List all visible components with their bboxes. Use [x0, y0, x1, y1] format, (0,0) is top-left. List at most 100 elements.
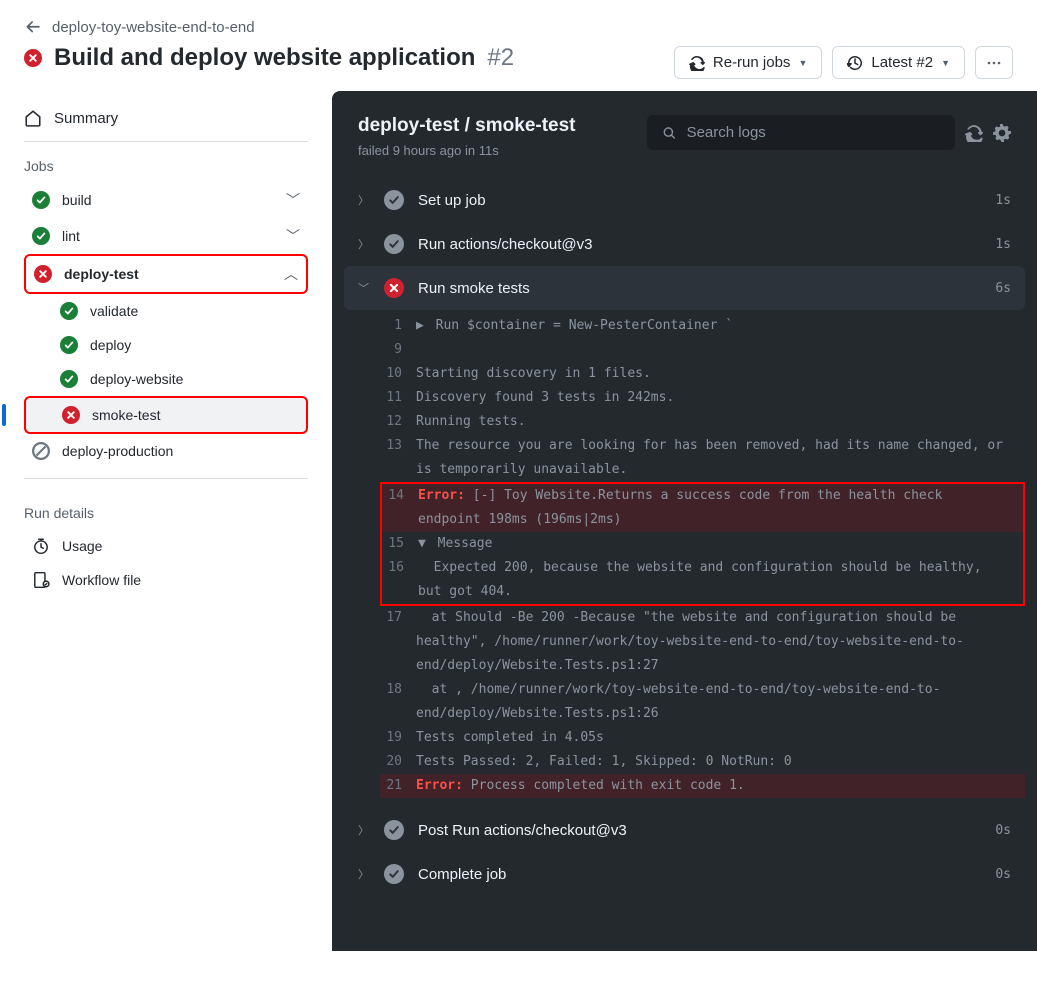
search-logs-input[interactable]: [647, 115, 955, 150]
chevron-right-icon: 〉: [358, 192, 370, 208]
more-actions-button[interactable]: [975, 46, 1013, 79]
check-circle-icon: [32, 191, 50, 209]
refresh-icon[interactable]: [965, 124, 983, 142]
kebab-icon: [986, 55, 1002, 71]
step-row[interactable]: ﹀ Run smoke tests 6s: [344, 266, 1025, 310]
job-label: deploy-website: [90, 371, 183, 387]
latest-run-button[interactable]: Latest #2 ▼: [832, 46, 965, 79]
step-row[interactable]: 〉 Post Run actions/checkout@v3 0s: [344, 808, 1025, 852]
chevron-up-icon[interactable]: ︿: [284, 264, 298, 284]
sidebar-job-build[interactable]: build ﹀: [24, 182, 308, 218]
usage-link[interactable]: Usage: [24, 529, 308, 563]
log-line: 1▶ Run $container = New-PesterContainer …: [380, 314, 1025, 338]
sidebar: Summary Jobs build ﹀ lint ﹀ deploy-test ︿ vali…: [0, 87, 332, 951]
sidebar-job-validate[interactable]: validate: [24, 294, 308, 328]
log-line: 9: [380, 338, 1025, 362]
divider: [24, 478, 308, 479]
workflow-file-link[interactable]: Workflow file: [24, 563, 308, 597]
log-line: 13The resource you are looking for has b…: [380, 434, 1025, 482]
job-label: deploy-test: [64, 266, 139, 282]
job-subtitle: failed 9 hours ago in 11s: [358, 143, 576, 158]
jobs-list: build ﹀ lint ﹀ deploy-test ︿ validate deploy dep…: [24, 182, 308, 468]
stopwatch-icon: [32, 537, 50, 555]
log-panel: deploy-test / smoke-test failed 9 hours …: [332, 91, 1037, 951]
status-fail-icon: [24, 49, 42, 67]
job-title: deploy-test / smoke-test: [358, 115, 576, 137]
log-line: 14Error: [-] Toy Website.Returns a succe…: [382, 484, 1023, 532]
sidebar-job-smoke-test[interactable]: smoke-test: [24, 396, 308, 434]
check-circle-icon: [60, 336, 78, 354]
step-row[interactable]: 〉 Set up job 1s: [344, 178, 1025, 222]
run-number: #2: [487, 44, 514, 72]
job-label: build: [62, 192, 92, 208]
log-line: 15▼ Message: [382, 532, 1023, 556]
x-circle-icon: [384, 278, 404, 298]
gear-icon[interactable]: [993, 124, 1011, 142]
back-arrow-icon[interactable]: [24, 18, 42, 36]
sidebar-job-lint[interactable]: lint ﹀: [24, 218, 308, 254]
log-line: 10Starting discovery in 1 files.: [380, 362, 1025, 386]
rerun-jobs-button[interactable]: Re-run jobs ▼: [674, 46, 822, 79]
jobs-section-label: Jobs: [24, 142, 308, 182]
step-duration: 0s: [995, 823, 1011, 838]
breadcrumb[interactable]: deploy-toy-website-end-to-end: [24, 18, 514, 36]
step-row[interactable]: 〉 Complete job 0s: [344, 852, 1025, 896]
log-line: 21Error: Process completed with exit cod…: [380, 774, 1025, 798]
run-details-label: Run details: [24, 489, 308, 529]
chevron-down-icon[interactable]: ﹀: [286, 226, 300, 246]
sidebar-job-deploy-test[interactable]: deploy-test ︿: [24, 254, 308, 294]
check-circle-icon: [384, 820, 404, 840]
job-label: validate: [90, 303, 138, 319]
check-circle-icon: [60, 370, 78, 388]
check-circle-icon: [384, 234, 404, 254]
step-duration: 0s: [995, 867, 1011, 882]
page-header: deploy-toy-website-end-to-end Build and …: [0, 0, 1037, 87]
workflow-file-icon: [32, 571, 50, 589]
summary-link[interactable]: Summary: [24, 99, 308, 142]
log-line: 18 at , /home/runner/work/toy-website-en…: [380, 678, 1025, 726]
sidebar-job-deploy-website[interactable]: deploy-website: [24, 362, 308, 396]
steps-list: 〉 Set up job 1s 〉 Run actions/checkout@v3 1s ﹀…: [332, 168, 1037, 906]
job-label: deploy-production: [62, 443, 173, 459]
log-line: 16 Expected 200, because the website and…: [382, 556, 1023, 604]
step-name: Complete job: [418, 866, 506, 883]
history-icon: [847, 55, 863, 71]
skip-icon: [32, 442, 50, 460]
log-line: 12Running tests.: [380, 410, 1025, 434]
step-duration: 6s: [995, 281, 1011, 296]
step-name: Set up job: [418, 192, 486, 209]
step-row[interactable]: 〉 Run actions/checkout@v3 1s: [344, 222, 1025, 266]
step-duration: 1s: [995, 237, 1011, 252]
check-circle-icon: [32, 227, 50, 245]
breadcrumb-text[interactable]: deploy-toy-website-end-to-end: [52, 19, 255, 36]
log-output: 1▶ Run $container = New-PesterContainer …: [344, 310, 1025, 808]
check-circle-icon: [60, 302, 78, 320]
log-line: 20Tests Passed: 2, Failed: 1, Skipped: 0…: [380, 750, 1025, 774]
chevron-right-icon: 〉: [358, 822, 370, 838]
step-name: Post Run actions/checkout@v3: [418, 822, 627, 839]
step-duration: 1s: [995, 193, 1011, 208]
caret-down-icon: ▼: [798, 58, 807, 68]
sidebar-job-deploy[interactable]: deploy: [24, 328, 308, 362]
x-circle-icon: [34, 265, 52, 283]
chevron-down-icon[interactable]: ﹀: [286, 190, 300, 210]
job-label: deploy: [90, 337, 131, 353]
sidebar-job-deploy-production[interactable]: deploy-production: [24, 434, 308, 468]
log-line: 17 at Should -Be 200 -Because "the websi…: [380, 606, 1025, 678]
home-icon: [24, 109, 42, 127]
check-circle-icon: [384, 190, 404, 210]
log-line: 11Discovery found 3 tests in 242ms.: [380, 386, 1025, 410]
job-label: smoke-test: [92, 407, 160, 423]
chevron-right-icon: 〉: [358, 866, 370, 882]
check-circle-icon: [384, 864, 404, 884]
job-label: lint: [62, 228, 80, 244]
chevron-right-icon: 〉: [358, 236, 370, 252]
log-line: 19Tests completed in 4.05s: [380, 726, 1025, 750]
chevron-down-icon: ﹀: [358, 280, 370, 296]
workflow-title: Build and deploy website application: [54, 44, 475, 72]
step-name: Run actions/checkout@v3: [418, 236, 593, 253]
caret-down-icon: ▼: [941, 58, 950, 68]
sync-icon: [689, 55, 705, 71]
search-icon: [662, 125, 677, 141]
step-name: Run smoke tests: [418, 280, 530, 297]
